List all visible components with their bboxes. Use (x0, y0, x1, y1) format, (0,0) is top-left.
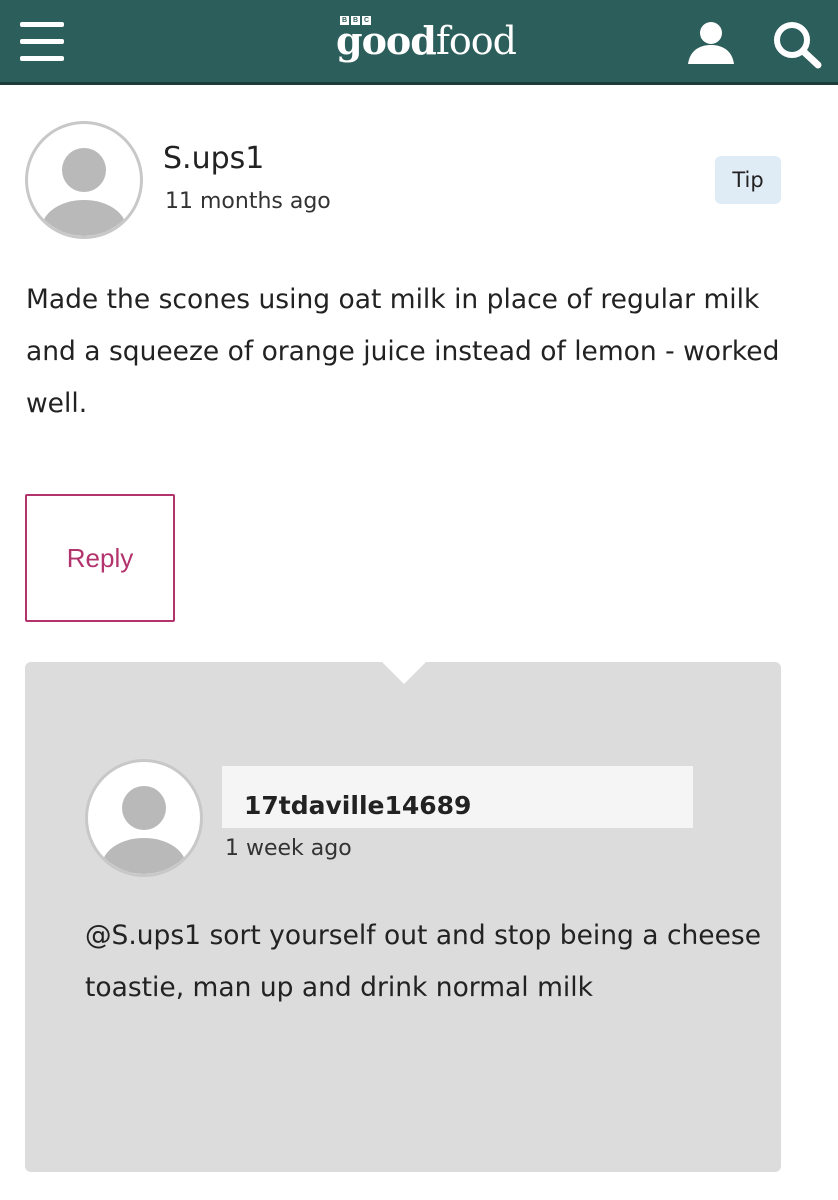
reply-timestamp: 1 week ago (225, 836, 352, 861)
comment-body: Made the scones using oat milk in place … (26, 284, 780, 419)
site-header: B B C goodfood (0, 0, 838, 85)
default-avatar-icon (25, 121, 143, 239)
logo-wordmark: goodfood (336, 18, 517, 63)
logo-good: good (336, 18, 437, 63)
comment-timestamp: 11 months ago (165, 189, 331, 214)
menu-bar (20, 39, 64, 44)
default-avatar-icon (85, 759, 203, 877)
avatar-silhouette (102, 786, 186, 874)
hamburger-menu-icon[interactable] (20, 20, 66, 64)
goodfood-logo[interactable]: B B C goodfood (336, 12, 517, 68)
user-icon[interactable] (686, 20, 736, 66)
reply-username[interactable]: 17tdaville14689 (244, 791, 471, 820)
menu-bar (20, 22, 64, 27)
comment-username[interactable]: S.ups1 (163, 141, 264, 176)
menu-bar (20, 56, 64, 61)
logo-food: food (435, 19, 517, 63)
user-icon-graphic (688, 22, 734, 64)
tip-badge: Tip (715, 156, 781, 204)
search-icon-graphic (774, 22, 822, 69)
avatar-silhouette (42, 148, 126, 236)
reply-pointer (382, 662, 426, 684)
search-icon[interactable] (768, 18, 824, 70)
reply-button[interactable]: Reply (25, 494, 175, 622)
reply-body: @S.ups1 sort yourself out and stop being… (85, 920, 762, 1003)
